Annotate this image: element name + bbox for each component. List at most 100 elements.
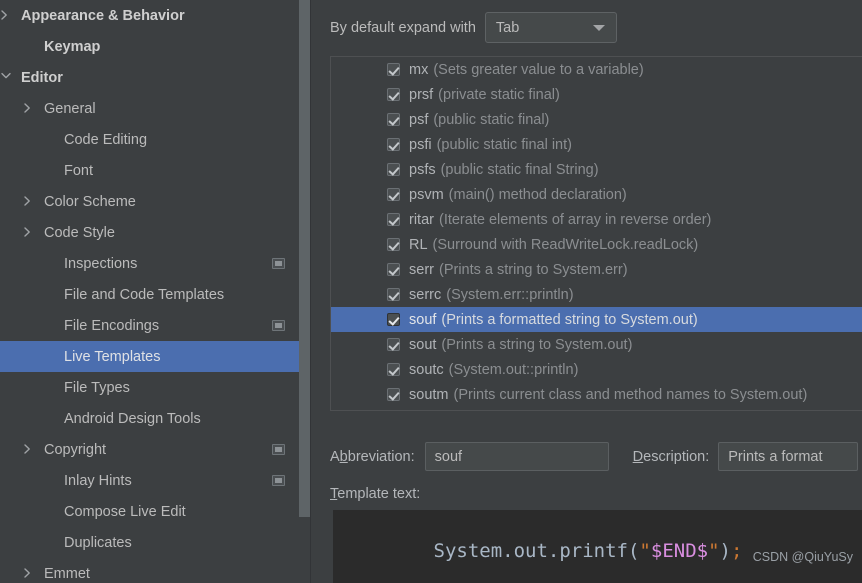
sidebar-item-inlay-hints[interactable]: Inlay Hints bbox=[0, 465, 299, 496]
description-input[interactable]: Prints a format bbox=[718, 442, 858, 471]
sidebar-item-code-editing[interactable]: Code Editing bbox=[0, 124, 299, 155]
chevron-right-icon[interactable] bbox=[23, 567, 37, 581]
checkbox-checked-icon[interactable] bbox=[387, 313, 400, 326]
sidebar-item-file-and-code-templates[interactable]: File and Code Templates bbox=[0, 279, 299, 310]
checkbox-checked-icon[interactable] bbox=[387, 63, 400, 76]
sidebar-item-label: File Encodings bbox=[64, 318, 159, 334]
chevron-right-icon[interactable] bbox=[23, 443, 37, 457]
watermark: CSDN @QiuYuSy bbox=[753, 550, 853, 564]
sidebar-item-live-templates[interactable]: Live Templates bbox=[0, 341, 299, 372]
sidebar-item-file-encodings[interactable]: File Encodings bbox=[0, 310, 299, 341]
description-label: Description: bbox=[633, 449, 710, 465]
template-abbreviation: psvm bbox=[409, 187, 444, 203]
sidebar-item-duplicates[interactable]: Duplicates bbox=[0, 527, 299, 558]
sidebar-item-copyright[interactable]: Copyright bbox=[0, 434, 299, 465]
description-value: Prints a format bbox=[728, 449, 822, 465]
sidebar-item-label: Copyright bbox=[44, 442, 106, 458]
template-abbreviation: prsf bbox=[409, 87, 433, 103]
checkbox-checked-icon[interactable] bbox=[387, 388, 400, 401]
template-list-item[interactable]: soutm(Prints current class and method na… bbox=[331, 382, 862, 407]
template-list-item[interactable]: soutc(System.out::println) bbox=[331, 357, 862, 382]
checkbox-checked-icon[interactable] bbox=[387, 163, 400, 176]
sidebar-item-android-design-tools[interactable]: Android Design Tools bbox=[0, 403, 299, 434]
template-list-item[interactable]: ritar(Iterate elements of array in rever… bbox=[331, 207, 862, 232]
checkbox-checked-icon[interactable] bbox=[387, 113, 400, 126]
abbreviation-label: Abbreviation: bbox=[330, 449, 415, 465]
sidebar-item-color-scheme[interactable]: Color Scheme bbox=[0, 186, 299, 217]
sidebar-item-label: Font bbox=[64, 163, 93, 179]
sidebar-item-appearance-behavior[interactable]: Appearance & Behavior bbox=[0, 0, 299, 31]
template-description: (Sets greater value to a variable) bbox=[433, 62, 643, 78]
sidebar-item-general[interactable]: General bbox=[0, 93, 299, 124]
chevron-right-icon[interactable] bbox=[23, 102, 37, 116]
template-description: (Prints a string to System.err) bbox=[439, 262, 628, 278]
template-abbreviation: psf bbox=[409, 112, 428, 128]
checkbox-checked-icon[interactable] bbox=[387, 238, 400, 251]
sidebar-item-label: Inlay Hints bbox=[64, 473, 132, 489]
template-list-item[interactable]: psvm (main() method declaration) bbox=[331, 182, 862, 207]
sidebar-item-code-style[interactable]: Code Style bbox=[0, 217, 299, 248]
template-description: (main() method declaration) bbox=[449, 187, 627, 203]
abbreviation-input[interactable]: souf bbox=[425, 442, 609, 471]
checkbox-checked-icon[interactable] bbox=[387, 88, 400, 101]
settings-category-tree[interactable]: Appearance & Behavior Keymap EditorGeneral… bbox=[0, 0, 299, 583]
chevron-right-icon[interactable] bbox=[0, 9, 14, 23]
chevron-down-icon[interactable] bbox=[0, 71, 14, 85]
template-abbreviation: psfs bbox=[409, 162, 436, 178]
sidebar-item-editor[interactable]: Editor bbox=[0, 62, 299, 93]
sidebar-item-emmet[interactable]: Emmet bbox=[0, 558, 299, 583]
sidebar-item-label: Keymap bbox=[44, 39, 100, 55]
template-list-item[interactable]: serrc(System.err::println) bbox=[331, 282, 862, 307]
sidebar-item-label: Code Editing bbox=[64, 132, 147, 148]
checkbox-checked-icon[interactable] bbox=[387, 288, 400, 301]
template-abbreviation: mx bbox=[409, 62, 428, 78]
template-description: (Prints a string to System.out) bbox=[441, 337, 632, 353]
template-list-item[interactable]: RL(Surround with ReadWriteLock.readLock) bbox=[331, 232, 862, 257]
project-settings-icon bbox=[272, 475, 285, 486]
sidebar-scrollbar[interactable] bbox=[299, 0, 310, 583]
checkbox-checked-icon[interactable] bbox=[387, 138, 400, 151]
template-abbreviation: serr bbox=[409, 262, 434, 278]
sidebar-item-inspections[interactable]: Inspections bbox=[0, 248, 299, 279]
sidebar-item-label: Live Templates bbox=[64, 349, 160, 365]
sidebar-item-compose-live-edit[interactable]: Compose Live Edit bbox=[0, 496, 299, 527]
template-abbreviation: ritar bbox=[409, 212, 434, 228]
code-token-quote-close: " bbox=[708, 540, 719, 562]
sidebar-item-label: Compose Live Edit bbox=[64, 504, 186, 520]
checkbox-checked-icon[interactable] bbox=[387, 363, 400, 376]
checkbox-checked-icon[interactable] bbox=[387, 188, 400, 201]
sidebar-item-label: Emmet bbox=[44, 566, 90, 582]
template-list-item[interactable]: souf(Prints a formatted string to System… bbox=[331, 307, 862, 332]
sidebar-item-keymap[interactable]: Keymap bbox=[0, 31, 299, 62]
expand-with-value: Tab bbox=[486, 20, 519, 36]
template-list-item[interactable]: psfi(public static final int) bbox=[331, 132, 862, 157]
code-token-semicolon: ; bbox=[731, 540, 742, 562]
template-list-item[interactable]: mx (Sets greater value to a variable) bbox=[331, 57, 862, 82]
project-settings-icon bbox=[272, 444, 285, 455]
sidebar-scrollbar-thumb[interactable] bbox=[299, 0, 310, 517]
expand-with-row: By default expand with Tab bbox=[330, 12, 617, 43]
template-list[interactable]: mx(Sets greater value to a variable)prsf… bbox=[330, 56, 862, 411]
checkbox-checked-icon[interactable] bbox=[387, 338, 400, 351]
template-list-item[interactable]: sout(Prints a string to System.out) bbox=[331, 332, 862, 357]
template-text-editor[interactable]: System.out.printf("$END$"); CSDN @QiuYuS… bbox=[333, 510, 862, 583]
template-list-item[interactable]: psf (public static final) bbox=[331, 107, 862, 132]
template-list-item[interactable]: psfs(public static final String) bbox=[331, 157, 862, 182]
checkbox-checked-icon[interactable] bbox=[387, 213, 400, 226]
template-description: (public static final) bbox=[433, 112, 549, 128]
template-abbreviation: psfi bbox=[409, 137, 432, 153]
sidebar-item-font[interactable]: Font bbox=[0, 155, 299, 186]
sidebar-item-file-types[interactable]: File Types bbox=[0, 372, 299, 403]
checkbox-checked-icon[interactable] bbox=[387, 263, 400, 276]
template-list-item[interactable]: serr (Prints a string to System.err) bbox=[331, 257, 862, 282]
template-list-item[interactable]: prsf(private static final) bbox=[331, 82, 862, 107]
template-abbreviation: RL bbox=[409, 237, 428, 253]
live-templates-pane: By default expand with Tab mx (Sets great… bbox=[311, 0, 862, 583]
template-abbreviation: soutc bbox=[409, 362, 444, 378]
sidebar-item-label: File and Code Templates bbox=[64, 287, 224, 303]
template-code-line: System.out.printf("$END$"); bbox=[342, 518, 742, 583]
expand-with-dropdown[interactable]: Tab bbox=[485, 12, 617, 43]
chevron-right-icon[interactable] bbox=[23, 195, 37, 209]
chevron-right-icon[interactable] bbox=[23, 226, 37, 240]
sidebar-item-label: Appearance & Behavior bbox=[21, 8, 185, 24]
